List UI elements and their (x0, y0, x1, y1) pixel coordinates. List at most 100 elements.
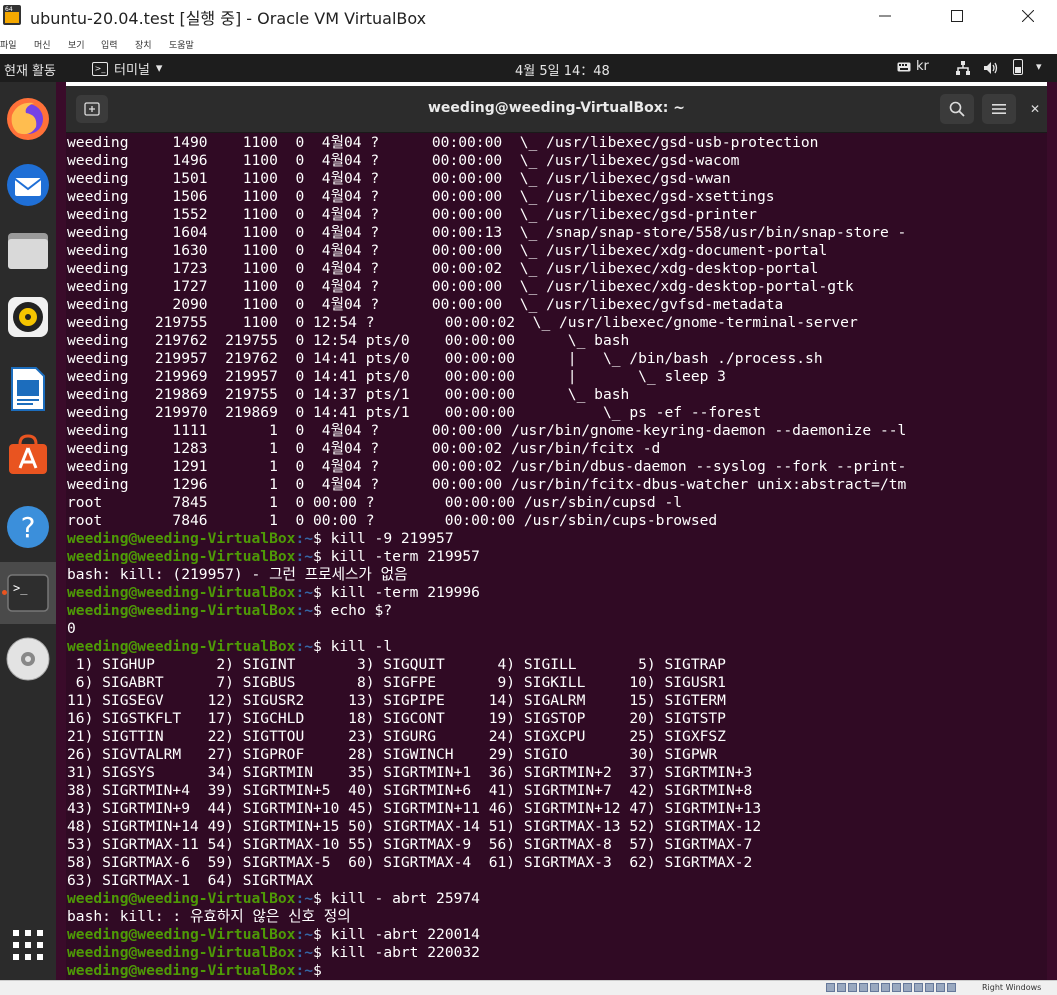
terminal-prompt-line: weeding@weeding-VirtualBox:~$ kill -abrt… (67, 926, 1047, 944)
network-status-icon[interactable] (859, 983, 868, 992)
host-window-title: ubuntu-20.04.test [실행 중] - Oracle VM Vir… (30, 9, 427, 28)
terminal-prompt-line: weeding@weeding-VirtualBox:~$ kill -l (67, 638, 1047, 656)
terminal-window: weeding@weeding-VirtualBox: ~ ✕ weeding … (66, 86, 1047, 980)
terminal-output-line: weeding 219970 219869 0 14:41 pts/1 00:0… (67, 404, 762, 421)
command-text: $ (313, 962, 331, 979)
command-text: $ kill -abrt 220014 (313, 926, 480, 943)
terminal-prompt-line: weeding@weeding-VirtualBox:~$ kill -9 21… (67, 530, 1047, 548)
prompt-user: weeding@weeding-VirtualBox (67, 890, 296, 907)
terminal-output-line: weeding 219755 1100 0 12:54 ? 00:00:02 \… (67, 314, 858, 331)
caret-down-icon: ▾ (155, 61, 163, 76)
terminal-output-line: 26) SIGVTALRM 27) SIGPROF 28) SIGWINCH 2… (67, 746, 718, 763)
thunderbird-icon (7, 164, 49, 206)
close-button[interactable] (1005, 0, 1051, 32)
network-icon[interactable] (955, 60, 971, 76)
arrow-status-icon[interactable] (947, 983, 956, 992)
terminal-title: weeding@weeding-VirtualBox: ~ (428, 100, 685, 116)
dock-files[interactable] (0, 220, 56, 282)
maximize-icon (951, 10, 963, 22)
search-icon (949, 101, 965, 117)
terminal-output-line: weeding 1630 1100 0 4월04 ? 00:00:00 \_ /… (67, 242, 828, 259)
prompt-user: weeding@weeding-VirtualBox (67, 638, 296, 655)
menu-file[interactable]: 파일 (0, 38, 17, 51)
keyboard-icon (897, 62, 911, 71)
battery-icon[interactable] (1013, 59, 1023, 75)
prompt-path: :~ (295, 530, 314, 547)
status-icons (826, 983, 956, 992)
host-statusbar: Right Windows (0, 980, 1057, 995)
prompt-path: :~ (295, 584, 314, 601)
menu-button[interactable] (982, 94, 1016, 124)
app-menu-label: 터미널 (114, 63, 150, 78)
desktop-background-right (1047, 82, 1057, 980)
command-text: $ kill -l (313, 638, 393, 655)
terminal-output-line: weeding 1727 1100 0 4월04 ? 00:00:00 \_ /… (67, 278, 854, 295)
maximize-button[interactable] (934, 0, 980, 32)
show-applications-button[interactable] (0, 914, 56, 976)
dock: ? >_ (0, 82, 56, 980)
menu-view[interactable]: 보기 (68, 38, 85, 51)
command-text: $ echo $? (313, 602, 393, 619)
command-text: $ kill - abrt 25974 (313, 890, 480, 907)
input-method-indicator[interactable]: kr (897, 59, 929, 74)
volume-icon[interactable] (983, 60, 999, 76)
terminal-output-line: weeding 1111 1 0 4월04 ? 00:00:00 /usr/bi… (67, 422, 907, 439)
menu-machine[interactable]: 머신 (34, 38, 51, 51)
host-titlebar: 64 ubuntu-20.04.test [실행 중] - Oracle VM … (0, 0, 1057, 32)
dock-terminal[interactable]: >_ (0, 562, 56, 624)
terminal-output-line: weeding 219957 219762 0 14:41 pts/0 00:0… (67, 350, 823, 367)
terminal-output-line: 31) SIGSYS 34) SIGRTMIN 35) SIGRTMIN+1 3… (67, 764, 753, 781)
terminal-output-line: weeding 1496 1100 0 4월04 ? 00:00:00 \_ /… (67, 152, 740, 169)
prompt-user: weeding@weeding-VirtualBox (67, 962, 296, 979)
firefox-icon (7, 98, 49, 140)
usb-status-icon[interactable] (870, 983, 879, 992)
terminal-prompt-line: weeding@weeding-VirtualBox:~$ kill -term… (67, 584, 1047, 602)
recording-status-icon[interactable] (903, 983, 912, 992)
menu-input[interactable]: 입력 (101, 38, 118, 51)
terminal-output-line: 21) SIGTTIN 22) SIGTTOU 23) SIGURG 24) S… (67, 728, 726, 745)
terminal-output-line: weeding 1490 1100 0 4월04 ? 00:00:00 \_ /… (67, 134, 819, 151)
terminal-prompt-line: weeding@weeding-VirtualBox:~$ (67, 962, 1047, 980)
dock-help[interactable]: ? (0, 496, 56, 558)
optical-status-icon[interactable] (837, 983, 846, 992)
keyboard-layout-label: kr (916, 59, 929, 74)
keyboard-status-icon[interactable] (936, 983, 945, 992)
terminal-output-line: 11) SIGSEGV 12) SIGUSR2 13) SIGPIPE 14) … (67, 692, 726, 709)
search-button[interactable] (940, 94, 974, 124)
dock-thunderbird[interactable] (0, 154, 56, 216)
host-menubar: 파일 머신 보기 입력 장치 도움말 (0, 32, 1057, 54)
menu-help[interactable]: 도움말 (169, 38, 194, 51)
display-status-icon[interactable] (892, 983, 901, 992)
hdd-status-icon[interactable] (826, 983, 835, 992)
minimize-button[interactable] (862, 0, 908, 32)
dock-software[interactable] (0, 424, 56, 486)
close-icon (1022, 10, 1034, 22)
prompt-path: :~ (295, 926, 314, 943)
shared-folder-status-icon[interactable] (881, 983, 890, 992)
dock-writer[interactable] (0, 358, 56, 420)
cpu-status-icon[interactable] (914, 983, 923, 992)
terminal-icon: >_ (92, 61, 108, 76)
command-text: $ kill -abrt 220032 (313, 944, 480, 961)
terminal-body[interactable]: weeding 1490 1100 0 4월04 ? 00:00:00 \_ /… (67, 134, 1047, 980)
terminal-output-line: weeding 1283 1 0 4월04 ? 00:00:02 /usr/bi… (67, 440, 661, 457)
dock-firefox[interactable] (0, 88, 56, 150)
terminal-close-button[interactable]: ✕ (1028, 94, 1042, 124)
terminal-output-line: weeding 219869 219755 0 14:37 pts/1 00:0… (67, 386, 630, 403)
dock-rhythmbox[interactable] (0, 286, 56, 348)
dvd-icon (6, 637, 50, 681)
terminal-output-line: weeding 1506 1100 0 4월04 ? 00:00:00 \_ /… (67, 188, 775, 205)
mouse-status-icon[interactable] (925, 983, 934, 992)
terminal-output-line: weeding 1291 1 0 4월04 ? 00:00:02 /usr/bi… (67, 458, 907, 475)
app-menu-button[interactable]: >_ 터미널 ▾ (92, 59, 162, 78)
terminal-output-line: bash: kill: (219957) - 그런 프로세스가 없음 (67, 566, 408, 583)
clock[interactable]: 4월 5일 14：48 (515, 60, 610, 79)
terminal-output-line: root 7846 1 0 00:00 ? 00:00:00 /usr/sbin… (67, 512, 718, 529)
prompt-user: weeding@weeding-VirtualBox (67, 602, 296, 619)
terminal-output-line: 0 (67, 620, 76, 637)
dock-dvd[interactable] (0, 628, 56, 690)
audio-status-icon[interactable] (848, 983, 857, 992)
activities-button[interactable]: 현재 활동 (4, 60, 56, 79)
system-menu-chevron-icon[interactable]: ▾ (1036, 60, 1042, 73)
menu-devices[interactable]: 장치 (135, 38, 152, 51)
